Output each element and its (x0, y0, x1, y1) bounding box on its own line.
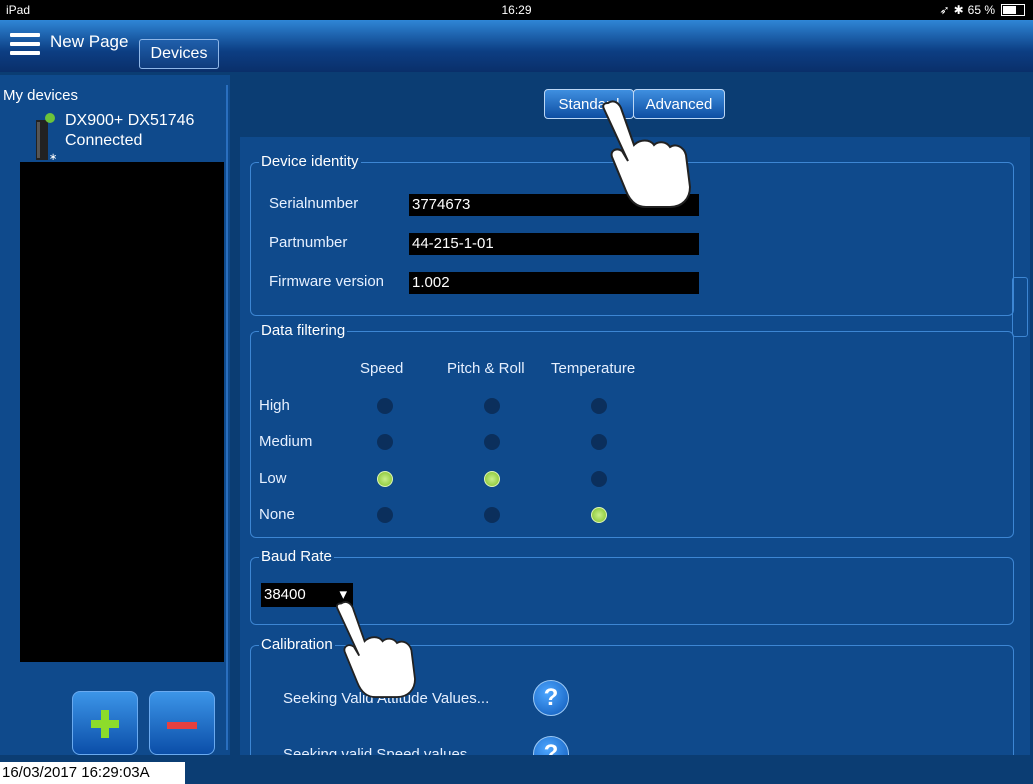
device-name: DX900+ DX51746 (65, 112, 195, 129)
help-speed-icon[interactable]: ? (533, 736, 569, 755)
nav-title[interactable]: New Page (50, 32, 128, 52)
svg-text:∗: ∗ (49, 152, 56, 162)
radio-pitch-medium[interactable] (484, 434, 500, 450)
radio-pitch-low[interactable] (484, 471, 500, 487)
help-attitude-icon[interactable]: ? (533, 680, 569, 716)
pointing-hand-icon (602, 100, 692, 208)
battery-percent: 65 % (967, 3, 995, 17)
baud-rate-title: Baud Rate (259, 548, 334, 565)
firmware-label: Firmware version (269, 273, 385, 290)
radio-speed-medium[interactable] (377, 434, 393, 450)
radio-speed-high[interactable] (377, 398, 393, 414)
nav-bar: New Page Devices (0, 20, 1033, 72)
device-identity-title: Device identity (259, 153, 361, 170)
bluetooth-icon: ✱ (953, 3, 964, 17)
pointing-hand-icon (336, 601, 416, 698)
firmware-field: 1.002 (409, 272, 699, 294)
radio-temp-low[interactable] (591, 471, 607, 487)
location-icon: ➶ (939, 3, 950, 17)
row-none: None (259, 506, 295, 523)
battery-icon (1001, 4, 1025, 16)
calibration-title: Calibration (259, 636, 335, 653)
baud-rate-value: 38400 (264, 586, 306, 603)
partnumber-field: 44-215-1-01 (409, 233, 699, 255)
remove-device-button[interactable] (149, 691, 215, 755)
calibration-speed-status: Seeking valid Speed values... (283, 746, 480, 755)
data-filtering-group: Data filtering Speed Pitch & Roll Temper… (250, 322, 1014, 538)
device-list (20, 162, 224, 662)
device-status: Connected (65, 132, 143, 149)
row-medium: Medium (259, 433, 313, 450)
clock: 16:29 (501, 3, 532, 17)
radio-temp-none[interactable] (591, 507, 607, 523)
main-content: Standard Advanced Device identity Serial… (238, 75, 1033, 755)
minus-icon (167, 722, 197, 729)
device-list-item[interactable]: ∗ DX900+ DX51746 Connected (20, 110, 225, 162)
row-low: Low (259, 470, 287, 487)
status-right: ➶ ✱ 65 % (940, 3, 1025, 17)
device-icon: ∗ (36, 113, 56, 162)
radio-temp-medium[interactable] (591, 434, 607, 450)
radio-speed-low[interactable] (377, 471, 393, 487)
timestamp: 16/03/2017 16:29:03A (0, 762, 185, 784)
column-pitch-roll: Pitch & Roll (447, 360, 525, 377)
radio-pitch-high[interactable] (484, 398, 500, 414)
radio-temp-high[interactable] (591, 398, 607, 414)
status-bar: iPad 16:29 ➶ ✱ 65 % (0, 0, 1033, 20)
serial-label: Serialnumber (269, 195, 359, 212)
add-device-button[interactable] (72, 691, 138, 755)
partnumber-label: Partnumber (269, 234, 348, 251)
tab-devices[interactable]: Devices (139, 39, 219, 69)
sidebar-divider (226, 85, 228, 750)
column-temperature: Temperature (551, 360, 636, 377)
column-speed: Speed (360, 360, 404, 377)
row-high: High (259, 397, 290, 414)
sidebar-heading: My devices (3, 87, 79, 104)
data-filtering-title: Data filtering (259, 322, 348, 339)
sidebar: My devices ∗ DX900+ DX51746 Connected (0, 75, 230, 755)
radio-speed-none[interactable] (377, 507, 393, 523)
footer: 16/03/2017 16:29:03A (0, 758, 1033, 784)
menu-icon[interactable] (10, 33, 40, 55)
radio-pitch-none[interactable] (484, 507, 500, 523)
scrollbar[interactable] (1012, 277, 1028, 337)
